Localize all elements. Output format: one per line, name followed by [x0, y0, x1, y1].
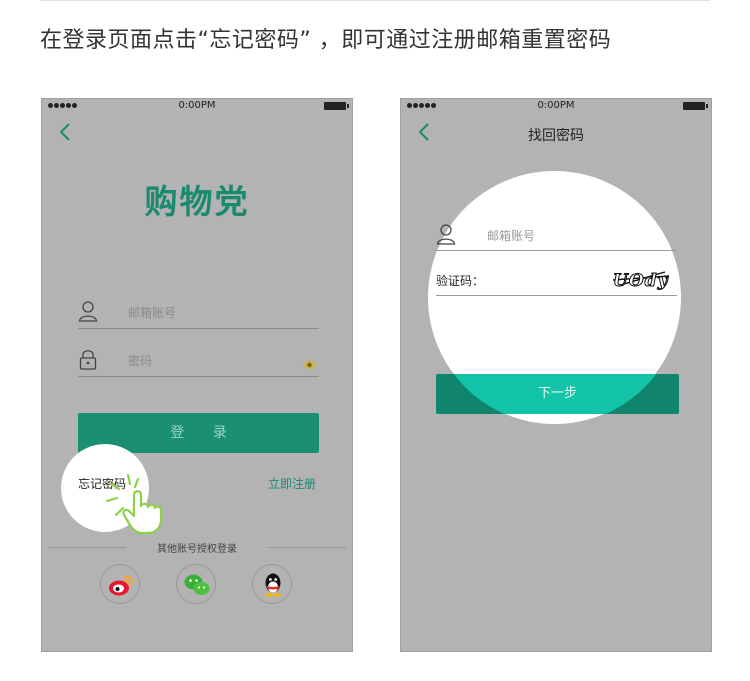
- lock-icon: [78, 348, 98, 370]
- status-time: 0:00PM: [537, 100, 575, 111]
- qq-icon[interactable]: [252, 564, 292, 604]
- email-field[interactable]: 邮箱账号: [78, 297, 319, 329]
- phone-login-screen: 0:00PM 购物党 邮箱账号 密码 登 录 忘记密码 立即注册 其他账号授权登…: [41, 98, 353, 652]
- eye-icon[interactable]: [302, 355, 317, 370]
- screenshot-canvas: 在登录页面点击“忘记密码” ，即可通过注册邮箱重置密码 0:00PM 购物党 邮…: [0, 0, 750, 681]
- captcha-label: 验证码：: [436, 274, 485, 288]
- user-icon: [436, 223, 456, 245]
- next-step-button[interactable]: 下一步: [436, 374, 679, 414]
- other-login-divider: 其他账号授权登录: [48, 539, 346, 555]
- password-field[interactable]: 密码: [78, 345, 319, 377]
- weibo-icon[interactable]: [100, 564, 140, 604]
- page-headline: 在登录页面点击“忘记密码” ，即可通过注册邮箱重置密码: [40, 28, 612, 53]
- tap-hand-icon: [104, 473, 174, 535]
- reset-email-placeholder: 邮箱账号: [487, 229, 536, 243]
- wechat-icon[interactable]: [176, 564, 216, 604]
- status-time: 0:00PM: [178, 100, 216, 111]
- divider-line-right: [268, 547, 346, 548]
- status-bar: 0:00PM: [401, 99, 711, 115]
- top-divider: [40, 0, 710, 1]
- email-placeholder: 邮箱账号: [128, 306, 177, 320]
- reset-email-field[interactable]: 邮箱账号: [436, 221, 677, 251]
- register-link[interactable]: 立即注册: [268, 475, 316, 492]
- captcha-field[interactable]: 验证码： UOdy: [436, 266, 677, 296]
- battery-icon: [683, 102, 708, 110]
- page-title: 找回密码: [528, 128, 584, 144]
- password-placeholder: 密码: [128, 354, 153, 368]
- status-bar: 0:00PM: [42, 99, 352, 115]
- user-icon: [78, 300, 98, 322]
- app-logo: 购物党: [144, 182, 250, 221]
- phone-reset-screen: 0:00PM 找回密码 下一步 邮箱账号 验证码： UOdy: [400, 98, 712, 652]
- captcha-image[interactable]: UOdy: [611, 266, 671, 292]
- next-step-label: 下一步: [537, 386, 577, 401]
- back-arrow-icon[interactable]: [56, 121, 76, 143]
- captcha-text: UOdy: [613, 271, 669, 291]
- battery-icon: [324, 102, 349, 110]
